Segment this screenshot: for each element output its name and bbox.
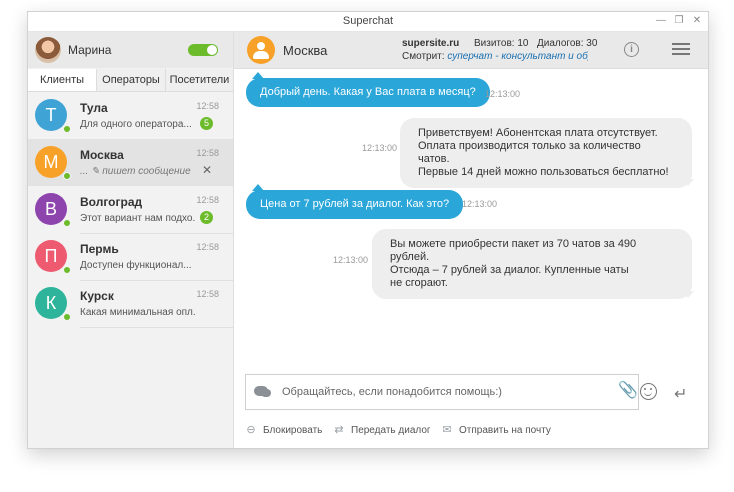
watching-info: Смотрит: суперчат - консультант и обр... (402, 51, 588, 62)
client-time: 12:58 (196, 148, 219, 158)
client-time: 12:58 (196, 101, 219, 111)
message-line: Приветствуем! Абонентская плата отсутств… (418, 127, 658, 139)
message-line: не сгорают. (390, 277, 448, 289)
client-time: 12:58 (196, 242, 219, 252)
minimize-icon[interactable]: — (655, 15, 667, 27)
close-icon[interactable]: ✕ (691, 15, 703, 27)
unread-badge: 2 (200, 211, 213, 224)
user-name: Марина (68, 43, 112, 57)
client-name: Пермь (80, 242, 119, 256)
message-line: Первые 14 дней можно пользоваться беспла… (418, 166, 669, 178)
close-dialog-icon[interactable]: ✕ (202, 163, 212, 177)
unread-badge: 5 (200, 117, 213, 130)
client-preview: Какая минимальная опл... (80, 307, 196, 318)
restore-icon[interactable]: ❐ (673, 15, 685, 27)
profile-bar: Марина (28, 32, 233, 68)
message-incoming: Приветствуем! Абонентская плата отсутств… (400, 118, 692, 188)
window-title: Superchat (342, 15, 394, 27)
client-item-tula[interactable]: Т Тула 12:58 Для одного оператора... 5 (28, 92, 233, 139)
sidebar-tabs: Клиенты Операторы Посетители (28, 69, 233, 92)
client-avatar: В (35, 193, 67, 225)
client-preview: Для одного оператора... (80, 119, 192, 130)
client-item-moskva[interactable]: М Москва 12:58 ... ✎ пишет сообщение ✕ (28, 139, 233, 186)
message-input[interactable] (280, 383, 604, 401)
chat-title: Москва (283, 43, 328, 58)
tab-operators[interactable]: Операторы (97, 69, 166, 91)
visitor-avatar-icon (247, 36, 275, 64)
transfer-icon: ⇄ (334, 424, 344, 436)
divider (80, 327, 233, 328)
client-item-volgograd[interactable]: В Волгоград 12:58 Этот вариант нам подхо… (28, 186, 233, 233)
client-preview: Доступен функционал... (80, 260, 192, 271)
user-avatar[interactable] (35, 37, 61, 63)
client-name: Тула (80, 101, 108, 115)
client-item-perm[interactable]: П Пермь 12:58 Доступен функционал... (28, 233, 233, 280)
client-item-kursk[interactable]: К Курск 12:58 Какая минимальная опл... (28, 280, 233, 327)
message-time: 12:13:00 (462, 199, 498, 209)
email-icon: ✉ (442, 424, 452, 436)
message-line: Отсюда – 7 рублей за диалог. Купленные ч… (390, 264, 629, 276)
message-time: 12:13:00 (485, 89, 521, 99)
client-avatar: П (35, 240, 67, 272)
chat-header: Москва supersite.ru Визитов: 10 Диалогов… (234, 32, 708, 69)
app-window: Superchat — ❐ ✕ Марина Клиенты Операторы… (27, 11, 709, 449)
send-icon[interactable]: ↵ (674, 384, 687, 404)
block-button[interactable]: ⊖ Блокировать (245, 423, 322, 436)
tab-visitors[interactable]: Посетители (166, 69, 233, 91)
client-avatar: М (35, 146, 67, 178)
online-dot (63, 313, 71, 321)
message-time: 12:13:00 (362, 143, 398, 153)
dialogs-count: Диалогов: 30 (537, 38, 598, 49)
visitor-site: supersite.ru (402, 38, 460, 49)
message-input-box: 📎 (245, 374, 657, 410)
email-label: Отправить на почту (459, 425, 551, 436)
message-outgoing: Цена от 7 рублей за диалог. Как это? (246, 190, 464, 219)
chat-bubble-icon-back (261, 389, 271, 397)
client-time: 12:58 (196, 195, 219, 205)
visits-count: Визитов: 10 (474, 38, 529, 49)
online-dot (63, 266, 71, 274)
online-dot (63, 219, 71, 227)
online-dot (63, 172, 71, 180)
transfer-dialog-button[interactable]: ⇄ Передать диалог (333, 423, 431, 436)
message-list: Добрый день. Какая у Вас плата в месяц? … (234, 69, 708, 369)
bubble-tail (682, 179, 694, 186)
watching-label: Смотрит: (402, 51, 445, 62)
message-incoming: Вы можете приобрести пакет из 70 чатов з… (372, 229, 692, 299)
message-time: 12:13:00 (333, 255, 369, 265)
client-name: Москва (80, 148, 124, 162)
message-outgoing: Добрый день. Какая у Вас плата в месяц? (246, 78, 490, 107)
transfer-label: Передать диалог (351, 425, 431, 436)
block-icon: ⊖ (246, 424, 256, 436)
online-toggle[interactable] (188, 44, 218, 56)
send-email-button[interactable]: ✉ Отправить на почту (441, 423, 551, 436)
client-preview: Этот вариант нам подхо... (80, 213, 196, 224)
bubble-tail (682, 291, 694, 298)
toggle-knob (207, 45, 217, 55)
paperclip-icon[interactable]: 📎 (618, 382, 638, 400)
menu-icon[interactable] (672, 43, 690, 56)
message-line: Оплата производится только за количество… (418, 140, 641, 165)
client-name: Волгоград (80, 195, 143, 209)
online-dot (63, 125, 71, 133)
client-avatar: К (35, 287, 67, 319)
watching-page-link[interactable]: суперчат - консультант и обр... (447, 51, 588, 62)
emoji-icon[interactable] (640, 383, 657, 400)
client-time: 12:58 (196, 289, 219, 299)
client-name: Курск (80, 289, 114, 303)
sidebar: Марина Клиенты Операторы Посетители Т Ту… (28, 32, 234, 448)
tab-clients[interactable]: Клиенты (28, 69, 97, 91)
typing-indicator: ... ✎ пишет сообщение (80, 166, 191, 177)
info-icon[interactable]: i (624, 42, 639, 57)
message-line: Вы можете приобрести пакет из 70 чатов з… (390, 238, 637, 263)
block-label: Блокировать (263, 425, 323, 436)
client-avatar: Т (35, 99, 67, 131)
title-bar: Superchat — ❐ ✕ (28, 12, 708, 32)
